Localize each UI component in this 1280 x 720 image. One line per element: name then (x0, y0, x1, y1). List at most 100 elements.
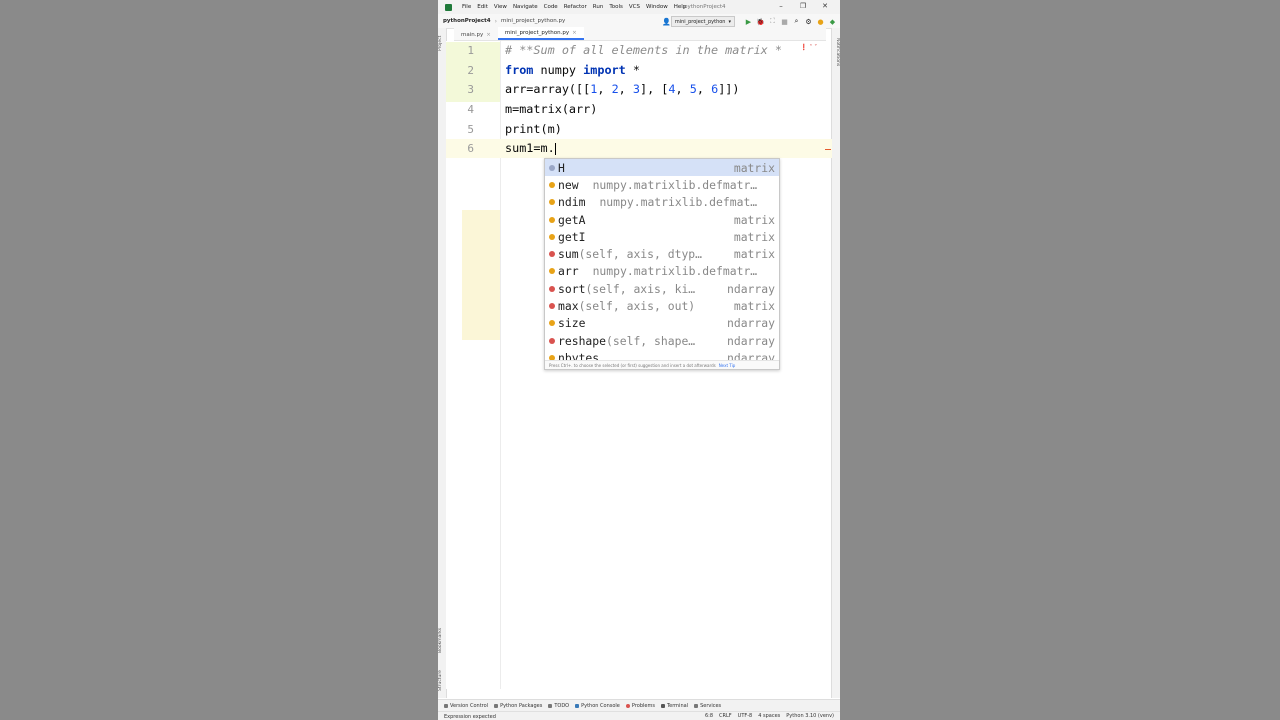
field-icon (549, 320, 555, 327)
code-line-6[interactable]: sum1=m. (505, 141, 556, 155)
code-text: ], [ (640, 82, 669, 96)
run-icon[interactable]: ▶ (744, 17, 753, 26)
app-logo-icon (445, 3, 452, 11)
problems-button[interactable]: Problems (625, 703, 655, 709)
code-text: , (675, 82, 690, 96)
jetbrains-icon[interactable]: ◆ (828, 17, 837, 26)
breadcrumb-file[interactable]: mini_project_python.py (501, 18, 565, 24)
close-tab-icon[interactable]: × (572, 30, 577, 36)
code-text: sum1=m. (505, 141, 555, 155)
notifications-tool-button[interactable]: Notifications (832, 32, 840, 72)
completion-name: size (558, 316, 586, 331)
line-number: 5 (467, 123, 474, 136)
close-icon[interactable]: ✕ (814, 2, 836, 10)
structure-tool-button[interactable]: Structure (438, 666, 446, 696)
menu-bar: File Edit View Navigate Code Refactor Ru… (438, 0, 840, 14)
tool-label: Python Console (581, 703, 620, 709)
search-icon[interactable]: ⌕ (792, 17, 801, 26)
services-icon (694, 704, 699, 708)
menu-vcs[interactable]: VCS (629, 4, 640, 10)
status-right: 6:8 CRLF UTF-8 4 spaces Python 3.10 (ven… (699, 713, 834, 719)
tool-label: Python Packages (500, 703, 543, 709)
menu-refactor[interactable]: Refactor (564, 4, 587, 10)
ide-window: File Edit View Navigate Code Refactor Ru… (438, 0, 840, 720)
gutter-highlight (462, 210, 500, 340)
version-control-button[interactable]: Version Control (444, 703, 488, 709)
indent-setting[interactable]: 4 spaces (758, 713, 780, 719)
editor-tabs: main.py × mini_project_python.py × (454, 27, 826, 41)
completion-type: matrix (733, 299, 775, 314)
completion-item[interactable]: getI matrix (545, 228, 779, 245)
completion-item[interactable]: sum (self, axis, dtyp… matrix (545, 245, 779, 262)
todo-button[interactable]: TODO (548, 703, 569, 709)
completion-name: getI (558, 229, 586, 244)
code-line-1[interactable]: # **Sum of all elements in the matrix * (505, 43, 782, 57)
line-separator[interactable]: CRLF (719, 713, 732, 719)
restore-icon[interactable]: ❐ (792, 2, 814, 10)
completion-detail: numpy.matrixlib.defmatr… (592, 264, 758, 279)
tab-main-py[interactable]: main.py × (454, 29, 498, 40)
code-line-3[interactable]: arr=array([[1, 2, 3], [4, 5, 6]]) (505, 82, 740, 96)
code-line-2[interactable]: from numpy import * (505, 63, 640, 77)
method-icon (549, 303, 555, 310)
coverage-icon[interactable]: ⛶ (768, 17, 777, 26)
caret-position[interactable]: 6:8 (705, 713, 713, 719)
completion-item[interactable]: H matrix (545, 159, 779, 177)
menu-navigate[interactable]: Navigate (513, 4, 538, 10)
method-icon (549, 251, 555, 258)
completion-item[interactable]: max (self, axis, out) matrix (545, 297, 779, 314)
terminal-button[interactable]: Terminal (660, 703, 688, 709)
python-packages-button[interactable]: Python Packages (494, 703, 542, 709)
menu-window[interactable]: Window (646, 4, 668, 10)
close-tab-icon[interactable]: × (486, 32, 491, 38)
file-encoding[interactable]: UTF-8 (738, 713, 753, 719)
menu-view[interactable]: View (494, 4, 507, 10)
run-config-select[interactable]: mini_project_python ▾ (670, 16, 735, 27)
completion-item[interactable]: size ndarray (545, 315, 779, 332)
code-line-5[interactable]: print(m) (505, 122, 562, 136)
error-indicator-icon[interactable]: ❗ ˄ ˅ (800, 44, 817, 51)
menu-run[interactable]: Run (593, 4, 604, 10)
completion-name: sum (558, 247, 579, 262)
services-button[interactable]: Services (694, 703, 721, 709)
tab-mini-project-python[interactable]: mini_project_python.py × (497, 27, 584, 40)
completion-type: ndarray (726, 316, 775, 331)
menu-edit[interactable]: Edit (477, 4, 488, 10)
code-line-4[interactable]: m=matrix(arr) (505, 102, 597, 116)
stop-icon[interactable]: ■ (780, 17, 789, 26)
completion-name: max (558, 299, 579, 314)
completion-item[interactable]: getA matrix (545, 211, 779, 228)
completion-item[interactable]: sort (self, axis, ki… ndarray (545, 280, 779, 297)
completion-item[interactable]: arr numpy.matrixlib.defmatr… (545, 263, 779, 280)
completion-item[interactable]: reshape (self, shape… ndarray (545, 332, 779, 349)
field-icon (549, 268, 555, 275)
menu-tools[interactable]: Tools (609, 4, 623, 10)
update-icon[interactable]: ● (816, 17, 825, 26)
debug-icon[interactable]: 🐞 (756, 17, 765, 26)
menu-code[interactable]: Code (544, 4, 558, 10)
code-text: arr=array([[ (505, 82, 591, 96)
menu-file[interactable]: File (462, 4, 471, 10)
completion-type: matrix (733, 212, 775, 227)
completion-detail: numpy.matrixlib.defmat… (599, 195, 758, 210)
bookmarks-tool-button[interactable]: Bookmarks (438, 624, 446, 656)
python-console-button[interactable]: Python Console (575, 703, 620, 709)
chevron-down-icon: ▾ (728, 18, 731, 25)
line-number: 3 (467, 83, 474, 96)
next-tip-link[interactable]: Next Tip (719, 363, 736, 368)
user-icon[interactable]: 👤 (662, 17, 671, 26)
tab-label: mini_project_python.py (504, 29, 570, 36)
status-bar: Expression expected 6:8 CRLF UTF-8 4 spa… (438, 711, 840, 720)
completion-name: ndim (558, 195, 586, 210)
python-interpreter[interactable]: Python 3.10 (venv) (786, 713, 834, 719)
keyword: import (583, 63, 626, 77)
package-icon (494, 704, 499, 708)
completion-name: new (558, 177, 579, 192)
minimize-icon[interactable]: – (770, 2, 792, 10)
breadcrumb-project[interactable]: pythonProject4 (443, 18, 491, 24)
settings-icon[interactable]: ⚙ (804, 17, 813, 26)
completion-item[interactable]: new numpy.matrixlib.defmatr… (545, 176, 779, 193)
completion-name: H (558, 160, 565, 175)
completion-item[interactable]: ndim numpy.matrixlib.defmat… (545, 194, 779, 211)
project-tool-button[interactable]: Project (438, 30, 446, 56)
